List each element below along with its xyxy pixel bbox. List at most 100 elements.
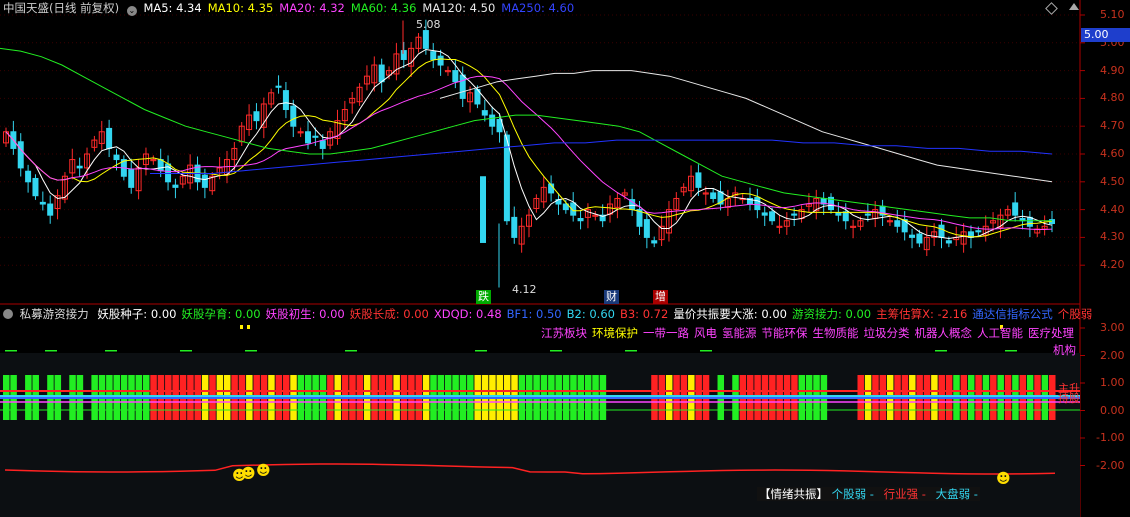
candle-body [1026,216,1033,227]
marker-zeng[interactable]: 增 [653,290,668,304]
ma-legend-item: MA5: 4.34 [143,1,202,15]
emotion-label: 【情绪共振】 [759,487,828,501]
candle-body [1012,202,1019,216]
sub-indicator-item: B2: 0.60 [566,307,615,321]
smiley-icon: ☻ [241,466,256,482]
candle-body [437,55,444,66]
price-tick: 4.80 [1100,91,1125,105]
sector-tag[interactable]: 生物质能 [813,326,859,340]
sector-tag[interactable]: 氢能源 [722,326,757,340]
candle-body [275,85,282,88]
candle-body [172,184,179,188]
low-price-label: 4.12 [512,283,537,296]
sub-indicator-title[interactable]: 私募游资接力 [20,307,89,321]
candle-body [842,211,849,222]
candle-body [17,141,24,169]
sector-tag[interactable]: 医疗处理 [1028,326,1074,340]
sub-indicator-item: 妖股种子: 0.00 [97,307,177,321]
stock-weak-label: 个股弱 [831,487,867,501]
sector-tag[interactable]: 江苏板块 [541,326,587,340]
sector-tags-line2: 机构 [1053,343,1076,357]
marker-die[interactable]: 跌 [476,290,491,304]
candle-body [253,111,260,122]
candle-body [459,74,466,99]
candle-body [643,219,650,238]
sector-tag[interactable]: 垃圾分类 [864,326,910,340]
candle-body [282,90,289,111]
candle-body [312,135,319,138]
ma-legend-item: MA250: 4.60 [501,1,575,15]
candle-body [480,176,486,243]
price-tick: 4.40 [1100,202,1125,216]
market-weak-label: 大盘弱 [935,487,971,501]
candle-body [113,154,120,161]
ma-legend-item: MA60: 4.36 [350,1,417,15]
candle-body [106,127,113,149]
candle-body [157,159,164,172]
candle-body [400,50,407,60]
sub-tick: 1.00 [1100,376,1125,389]
ma-legend-item: MA120: 4.50 [422,1,496,15]
candle-body [864,213,871,216]
sub-indicator-item: 妖股初生: 0.00 [265,307,345,321]
price-tick: 4.70 [1100,119,1125,133]
sector-tag[interactable]: 环境保护 [592,326,638,340]
sub-indicator-legend: 私募游资接力 妖股种子: 0.00 妖股孕育: 0.00 妖股初生: 0.00 妖股长… [3,307,1092,321]
price-tick: 5.10 [1100,8,1125,21]
price-tick: 4.60 [1100,147,1125,160]
candlestick-chart[interactable] [0,0,1130,517]
candle-body [894,220,901,227]
sector-tag[interactable]: 节能环保 [762,326,808,340]
candle-body [452,70,459,83]
candle-body [975,230,982,233]
sub-indicator-item: 游资接力: 0.00 [791,307,872,321]
candle-body [577,217,584,222]
sub-indicator-item: 妖股长成: 0.00 [349,307,429,321]
candle-body [201,174,208,188]
sub-tick: 2.00 [1100,348,1125,362]
candle-body [76,165,83,169]
sector-tag[interactable]: 机器人概念 [915,326,973,340]
main-legend: 中国天盛(日线 前复权) ⌄ MA5: 4.34 MA10: 4.35 MA20: … [3,1,580,16]
sector-tag[interactable]: 风电 [694,326,717,340]
ma-legend-item: MA10: 4.35 [207,1,274,15]
candle-body [430,51,437,60]
price-tick: 4.90 [1100,63,1125,77]
legend-toggle-icon[interactable]: ⌄ [126,6,137,16]
sub-indicator-item: 主筹估算X: -2.16 [876,307,968,321]
sub-indicator-item: B3: 0.72 [619,307,669,321]
candle-body [710,192,717,199]
candle-body [47,203,54,216]
sector-tag[interactable]: 人工智能 [977,326,1023,340]
smiley-icon: ☻ [256,463,271,479]
candle-body [481,110,488,116]
scroll-up-icon[interactable] [1069,3,1079,10]
ma-legend-item: MA20: 4.32 [279,1,345,15]
candle-body [128,169,135,188]
marker-cai[interactable]: 财 [604,290,619,304]
sub-indicator-item: XDQD: 0.48 [433,307,502,321]
sub-tick: 3.00 [1100,321,1125,334]
candle-body [39,201,46,205]
price-tick: 4.20 [1100,258,1125,272]
stock-name[interactable]: 中国天盛(日线 前复权) [3,1,119,15]
candle-body [761,212,768,216]
smiley-icon: ☻ [996,471,1011,487]
sub-toggle-icon[interactable] [3,309,13,319]
sub-tick: -2.00 [1096,458,1125,472]
sub-indicator-item: 妖股孕育: 0.00 [181,307,261,321]
candle-body [511,216,518,238]
candle-body [25,170,32,183]
price-tick: 4.50 [1100,174,1125,188]
sub-tick: 0.00 [1100,403,1125,417]
candle-body [422,30,429,49]
candle-body [835,212,842,216]
candle-body [791,213,798,216]
sub-indicator-item: BF1: 0.50 [506,307,562,321]
candle-body [503,134,510,222]
high-price-label: 5.08 [416,18,441,31]
sector-tag[interactable]: 一带一路 [643,326,689,340]
candle-body [754,196,761,211]
moving-average-lines [0,47,1053,240]
ma60-line [0,47,1052,222]
